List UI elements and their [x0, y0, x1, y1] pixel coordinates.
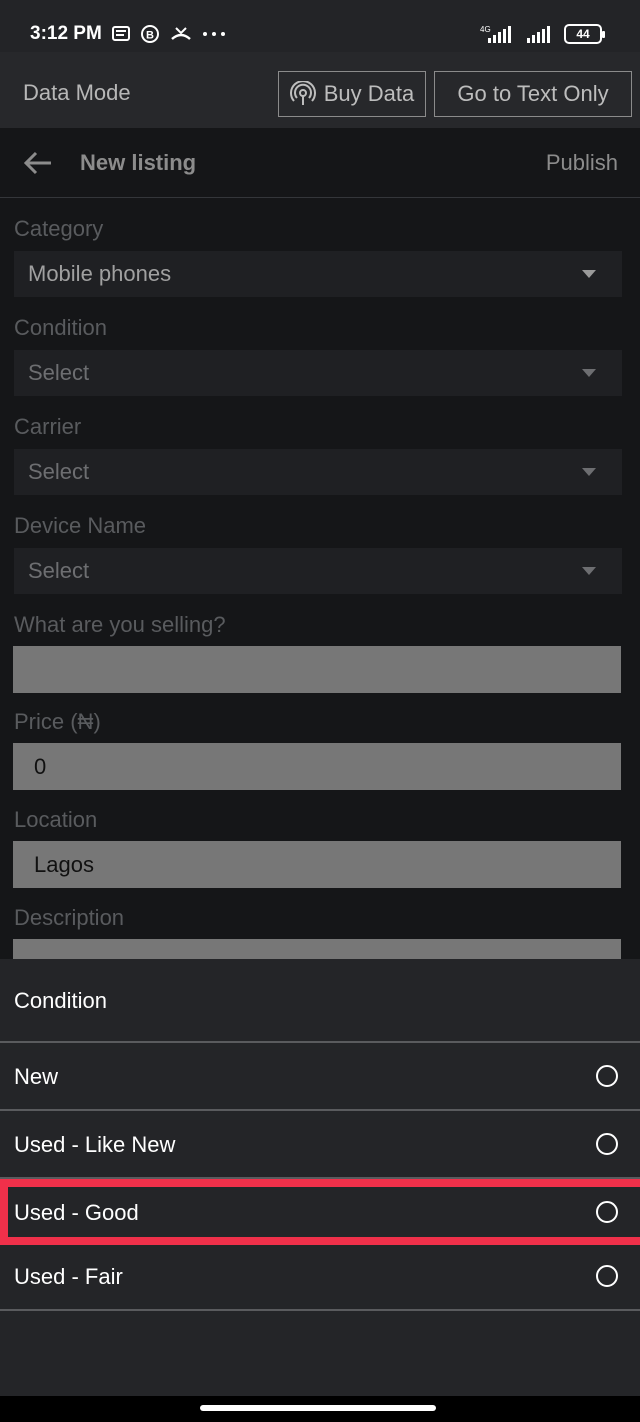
battery-icon: 44: [564, 24, 605, 44]
more-dots-icon: [203, 32, 225, 36]
text-only-label: Go to Text Only: [457, 81, 609, 106]
price-input[interactable]: 0: [13, 743, 621, 790]
location-input[interactable]: Lagos: [13, 841, 621, 888]
status-time: 3:12 PM: [30, 23, 102, 44]
radio-icon[interactable]: [596, 1133, 618, 1155]
description-label: Description: [14, 905, 125, 930]
option-label: Used - Good: [14, 1200, 139, 1225]
option-new[interactable]: New: [0, 1043, 640, 1109]
data-mode-bar: Data Mode Buy Data Go to Text Only: [0, 52, 640, 128]
price-label: Price (₦): [14, 709, 101, 734]
svg-text:B: B: [146, 30, 154, 42]
divider: [0, 1309, 640, 1311]
option-label: New: [14, 1064, 59, 1089]
bbm-icon: B: [141, 25, 159, 43]
dropdown-caret-icon: [582, 567, 596, 575]
battery-level: 44: [576, 27, 590, 41]
selling-input[interactable]: [13, 646, 621, 693]
back-arrow-icon[interactable]: [22, 148, 54, 178]
buy-data-button[interactable]: Buy Data: [278, 71, 426, 117]
text-only-button[interactable]: Go to Text Only: [434, 71, 632, 117]
status-bar: 3:12 PM B 4G 44: [0, 0, 640, 52]
category-select[interactable]: Mobile phones: [14, 251, 622, 297]
radio-icon[interactable]: [596, 1065, 618, 1087]
carrier-label: Carrier: [14, 414, 82, 439]
carrier-select[interactable]: Select: [14, 449, 622, 495]
selling-label: What are you selling?: [14, 612, 226, 637]
location-label: Location: [14, 807, 98, 832]
carrier-value: Select: [28, 459, 90, 484]
signal-icon: [527, 26, 550, 43]
gesture-nav-bar: [0, 1396, 640, 1422]
condition-select[interactable]: Select: [14, 350, 622, 396]
device-name-select[interactable]: Select: [14, 548, 622, 594]
device-name-label: Device Name: [14, 513, 147, 538]
option-used-like-new[interactable]: Used - Like New: [0, 1111, 640, 1177]
notification-icons: B: [112, 24, 226, 44]
data-mode-label: Data Mode: [23, 80, 131, 105]
option-used-good[interactable]: Used - Good: [0, 1179, 640, 1245]
network-label: 4G: [480, 25, 491, 34]
top-nav: New listing Publish: [0, 128, 640, 198]
message-icon: [112, 26, 130, 41]
dropdown-caret-icon: [582, 468, 596, 476]
sheet-title: Condition: [14, 988, 107, 1013]
condition-label: Condition: [14, 315, 107, 340]
signal-4g-icon: 4G: [480, 25, 511, 43]
category-value: Mobile phones: [28, 261, 172, 286]
device-name-value: Select: [28, 558, 90, 583]
radio-icon[interactable]: [596, 1201, 618, 1223]
home-gesture-handle[interactable]: [200, 1405, 436, 1411]
broadcast-icon: [289, 81, 316, 105]
option-label: Used - Like New: [14, 1132, 176, 1157]
condition-value: Select: [28, 360, 90, 385]
option-used-fair[interactable]: Used - Fair: [0, 1243, 640, 1309]
dropdown-caret-icon: [582, 369, 596, 377]
publish-button[interactable]: Publish: [546, 150, 618, 176]
new-listing-page: New listing Publish Category Mobile phon…: [0, 128, 640, 959]
buy-data-label: Buy Data: [323, 81, 415, 106]
condition-bottom-sheet: Condition New Used - Like New Used - Goo…: [0, 959, 640, 1396]
page-title: New listing: [80, 150, 197, 175]
dropdown-caret-icon: [582, 270, 596, 278]
system-icons: 4G 44: [478, 24, 605, 44]
missed-call-icon: [171, 27, 191, 40]
category-label: Category: [14, 216, 104, 241]
description-input[interactable]: [13, 939, 621, 959]
radio-icon[interactable]: [596, 1265, 618, 1287]
option-label: Used - Fair: [14, 1264, 123, 1289]
